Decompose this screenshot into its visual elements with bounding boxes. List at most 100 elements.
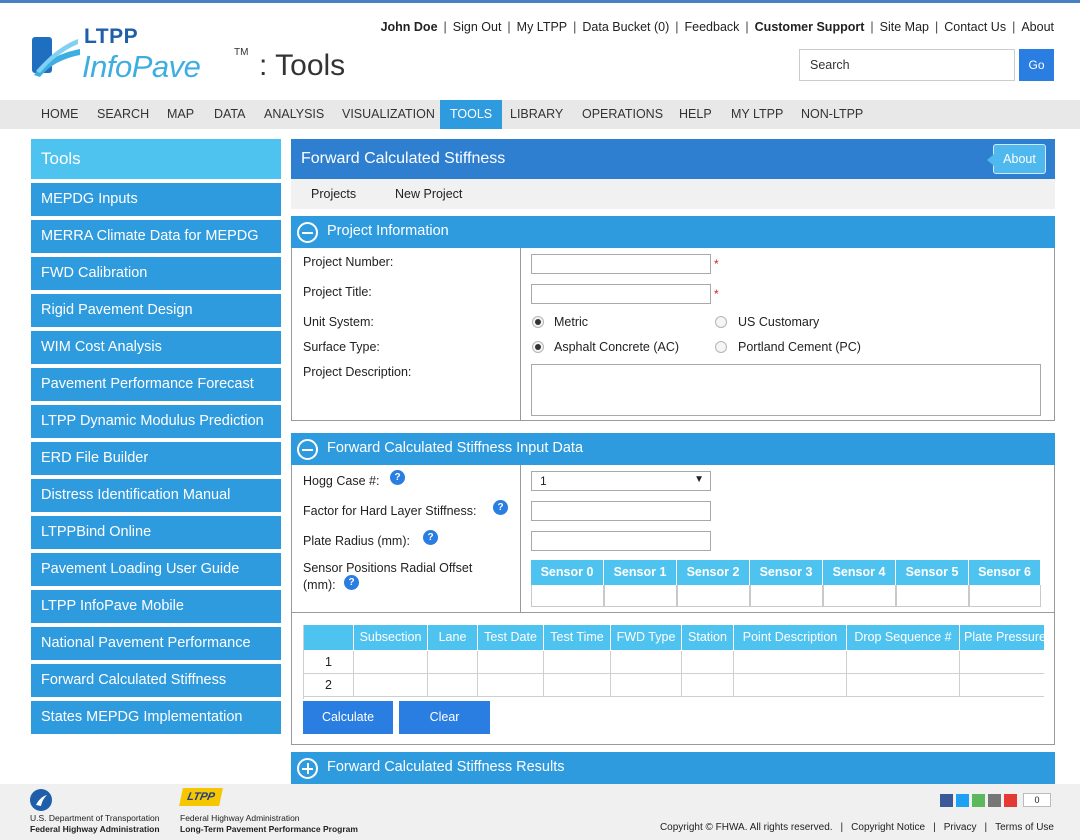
email-icon[interactable] [988, 794, 1001, 807]
help-icon[interactable]: ? [344, 575, 359, 590]
grid-cell[interactable] [734, 674, 847, 697]
sidebar-item-forward-stiffness[interactable]: Forward Calculated Stiffness [31, 664, 281, 697]
grid-cell[interactable] [682, 651, 734, 674]
grid-cell[interactable] [960, 674, 1044, 697]
share-icon[interactable] [972, 794, 985, 807]
tab-new-project[interactable]: New Project [395, 187, 462, 201]
about-link[interactable]: About [1021, 20, 1054, 34]
twitter-icon[interactable] [956, 794, 969, 807]
tab-projects[interactable]: Projects [311, 187, 356, 201]
sidebar-item-infopave-mobile[interactable]: LTPP InfoPave Mobile [31, 590, 281, 623]
add-share-icon[interactable] [1004, 794, 1017, 807]
nav-my-ltpp[interactable]: MY LTPP [721, 100, 793, 129]
expand-icon[interactable] [297, 758, 318, 779]
hard-layer-factor-input[interactable] [531, 501, 711, 521]
search-go-button[interactable]: Go [1019, 49, 1054, 81]
sidebar-item-ltppbind[interactable]: LTPPBind Online [31, 516, 281, 549]
grid-cell[interactable] [611, 651, 682, 674]
project-info-header[interactable]: Project Information [291, 216, 1055, 248]
sidebar-item-loading-guide[interactable]: Pavement Loading User Guide [31, 553, 281, 586]
sensor-0-input[interactable] [531, 585, 604, 607]
sidebar-item-dynamic-modulus[interactable]: LTPP Dynamic Modulus Prediction [31, 405, 281, 438]
surface-ac-radio[interactable] [532, 341, 544, 353]
nav-library[interactable]: LIBRARY [500, 100, 573, 129]
usdot-logo-icon[interactable] [30, 789, 52, 811]
my-ltpp-link[interactable]: My LTPP [517, 20, 567, 34]
grid-cell[interactable] [611, 674, 682, 697]
sidebar-item-merra-climate[interactable]: MERRA Climate Data for MEPDG [31, 220, 281, 253]
unit-us-customary-radio[interactable] [715, 316, 727, 328]
help-icon[interactable]: ? [390, 470, 405, 485]
grid-header: Subsection [354, 625, 428, 650]
privacy-link[interactable]: Privacy [944, 822, 977, 833]
grid-cell[interactable] [428, 651, 478, 674]
sidebar-item-mepdg-inputs[interactable]: MEPDG Inputs [31, 183, 281, 216]
sign-out-link[interactable]: Sign Out [453, 20, 502, 34]
grid-cell[interactable] [847, 674, 960, 697]
grid-cell[interactable] [354, 674, 428, 697]
feedback-link[interactable]: Feedback [685, 20, 740, 34]
grid-header: Point Description [734, 625, 847, 650]
nav-tools[interactable]: TOOLS [440, 100, 503, 129]
help-icon[interactable]: ? [493, 500, 508, 515]
project-title-input[interactable] [531, 284, 711, 304]
copyright-notice-link[interactable]: Copyright Notice [851, 822, 925, 833]
grid-cell[interactable] [478, 674, 544, 697]
input-data-header[interactable]: Forward Calculated Stiffness Input Data [291, 433, 1055, 465]
sidebar-item-national-performance[interactable]: National Pavement Performance [31, 627, 281, 660]
infopave-logo[interactable]: LTPP InfoPave TM : Tools [30, 25, 350, 85]
data-bucket-link[interactable]: Data Bucket (0) [582, 20, 669, 34]
site-map-link[interactable]: Site Map [880, 20, 929, 34]
about-button[interactable]: About [987, 144, 1046, 174]
clear-button[interactable]: Clear [399, 701, 490, 734]
project-description-textarea[interactable] [531, 364, 1041, 416]
grid-cell[interactable] [682, 674, 734, 697]
sensor-6-input[interactable] [969, 585, 1041, 607]
sensor-4-input[interactable] [823, 585, 896, 607]
customer-support-link[interactable]: Customer Support [755, 20, 865, 34]
grid-cell[interactable] [960, 651, 1044, 674]
grid-cell[interactable] [734, 651, 847, 674]
sidebar-item-wim-cost[interactable]: WIM Cost Analysis [31, 331, 281, 364]
hogg-case-select[interactable]: 1 ▼ [531, 471, 711, 491]
surface-pc-radio[interactable] [715, 341, 727, 353]
grid-cell[interactable] [544, 674, 611, 697]
sensor-5-input[interactable] [896, 585, 969, 607]
sidebar-item-performance-forecast[interactable]: Pavement Performance Forecast [31, 368, 281, 401]
sidebar-item-states-mepdg[interactable]: States MEPDG Implementation [31, 701, 281, 734]
sidebar-item-distress-manual[interactable]: Distress Identification Manual [31, 479, 281, 512]
grid-cell[interactable] [478, 651, 544, 674]
terms-of-use-link[interactable]: Terms of Use [995, 822, 1054, 833]
unit-metric-radio[interactable] [532, 316, 544, 328]
nav-home[interactable]: HOME [31, 100, 89, 129]
plate-radius-input[interactable] [531, 531, 711, 551]
nav-operations[interactable]: OPERATIONS [572, 100, 673, 129]
nav-visualization[interactable]: VISUALIZATION [332, 100, 445, 129]
collapse-icon[interactable] [297, 439, 318, 460]
grid-cell[interactable] [847, 651, 960, 674]
sidebar-item-rigid-pavement[interactable]: Rigid Pavement Design [31, 294, 281, 327]
sidebar-item-erd-file-builder[interactable]: ERD File Builder [31, 442, 281, 475]
contact-us-link[interactable]: Contact Us [944, 20, 1006, 34]
nav-analysis[interactable]: ANALYSIS [254, 100, 334, 129]
results-header[interactable]: Forward Calculated Stiffness Results [291, 752, 1055, 784]
collapse-icon[interactable] [297, 222, 318, 243]
sensor-3-input[interactable] [750, 585, 823, 607]
grid-cell[interactable] [428, 674, 478, 697]
nav-map[interactable]: MAP [157, 100, 204, 129]
help-icon[interactable]: ? [423, 530, 438, 545]
nav-data[interactable]: DATA [204, 100, 255, 129]
nav-help[interactable]: HELP [669, 100, 722, 129]
ltpp-logo[interactable]: LTPP [179, 788, 223, 806]
search-input[interactable]: Search [799, 49, 1015, 81]
nav-search[interactable]: SEARCH [87, 100, 159, 129]
project-number-input[interactable] [531, 254, 711, 274]
sensor-1-input[interactable] [604, 585, 677, 607]
calculate-button[interactable]: Calculate [303, 701, 393, 734]
sidebar-item-fwd-calibration[interactable]: FWD Calibration [31, 257, 281, 290]
nav-non-ltpp[interactable]: NON-LTPP [791, 100, 873, 129]
grid-cell[interactable] [544, 651, 611, 674]
sensor-2-input[interactable] [677, 585, 750, 607]
grid-cell[interactable] [354, 651, 428, 674]
facebook-icon[interactable] [940, 794, 953, 807]
